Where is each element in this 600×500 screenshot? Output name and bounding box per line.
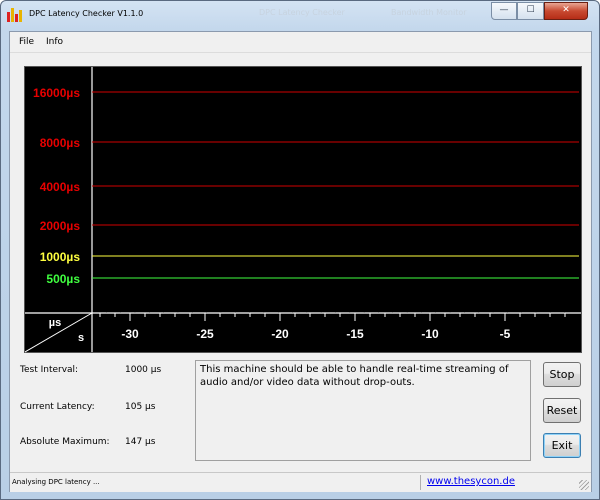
x-tick-label: -30: [121, 327, 139, 341]
axis-unit-y-label: µs: [49, 317, 61, 329]
absolute-maximum-value: 147 µs: [125, 437, 156, 447]
vendor-link[interactable]: www.thesycon.de: [427, 476, 515, 487]
app-icon: [7, 6, 23, 22]
y-tick-label: 1000µs: [40, 250, 81, 264]
current-latency-value: 105 µs: [125, 402, 156, 412]
latency-graph: 500µs 1000µs 2000µs 4000µs 8000µs 16000µs µs s -…: [24, 66, 582, 353]
stop-button[interactable]: Stop: [543, 362, 581, 387]
absolute-maximum-label: Absolute Maximum:: [20, 437, 110, 447]
menu-file[interactable]: File: [19, 37, 34, 47]
close-button[interactable]: ✕: [544, 2, 588, 20]
x-tick-label: -15: [346, 327, 364, 341]
y-tick-label: 4000µs: [40, 180, 81, 194]
menu-info[interactable]: Info: [46, 37, 63, 47]
maximize-button[interactable]: ☐: [517, 2, 544, 20]
x-tick-label: -25: [196, 327, 214, 341]
status-message-box: This machine should be able to handle re…: [195, 360, 531, 461]
status-separator: [420, 475, 421, 490]
y-tick-label: 8000µs: [40, 136, 81, 150]
axis-unit-x-label: s: [78, 332, 84, 344]
status-bar: Analysing DPC latency ... www.thesycon.d…: [10, 472, 591, 492]
minimize-button[interactable]: —: [491, 2, 517, 20]
title-bar[interactable]: DPC Latency Checker V1.1.0 DPC Latency C…: [1, 1, 599, 29]
latency-chart-svg: 500µs 1000µs 2000µs 4000µs 8000µs 16000µs µs s -…: [25, 67, 581, 353]
reset-button[interactable]: Reset: [543, 398, 581, 423]
background-window-title-2: Bandwidth Monitor: [391, 8, 467, 17]
x-tick-label: -5: [500, 327, 511, 341]
test-interval-value: 1000 µs: [125, 365, 162, 375]
exit-button[interactable]: Exit: [543, 433, 581, 458]
current-latency-label: Current Latency:: [20, 402, 95, 412]
x-tick-label: -10: [421, 327, 439, 341]
menu-bar: File Info: [10, 32, 591, 53]
y-tick-label: 500µs: [46, 272, 80, 286]
client-area: File Info 500µs 1000µs 2000µs 4000µs 8000µs 1…: [9, 31, 592, 492]
y-tick-label: 16000µs: [33, 86, 80, 100]
app-window: DPC Latency Checker V1.1.0 DPC Latency C…: [0, 0, 600, 500]
test-interval-label: Test Interval:: [20, 365, 79, 375]
status-text: Analysing DPC latency ...: [12, 478, 100, 486]
window-title: DPC Latency Checker V1.1.0: [29, 9, 144, 18]
resize-grip-icon[interactable]: [579, 480, 589, 490]
y-tick-label: 2000µs: [40, 219, 81, 233]
background-window-title: DPC Latency Checker: [259, 8, 345, 17]
x-tick-label: -20: [271, 327, 289, 341]
